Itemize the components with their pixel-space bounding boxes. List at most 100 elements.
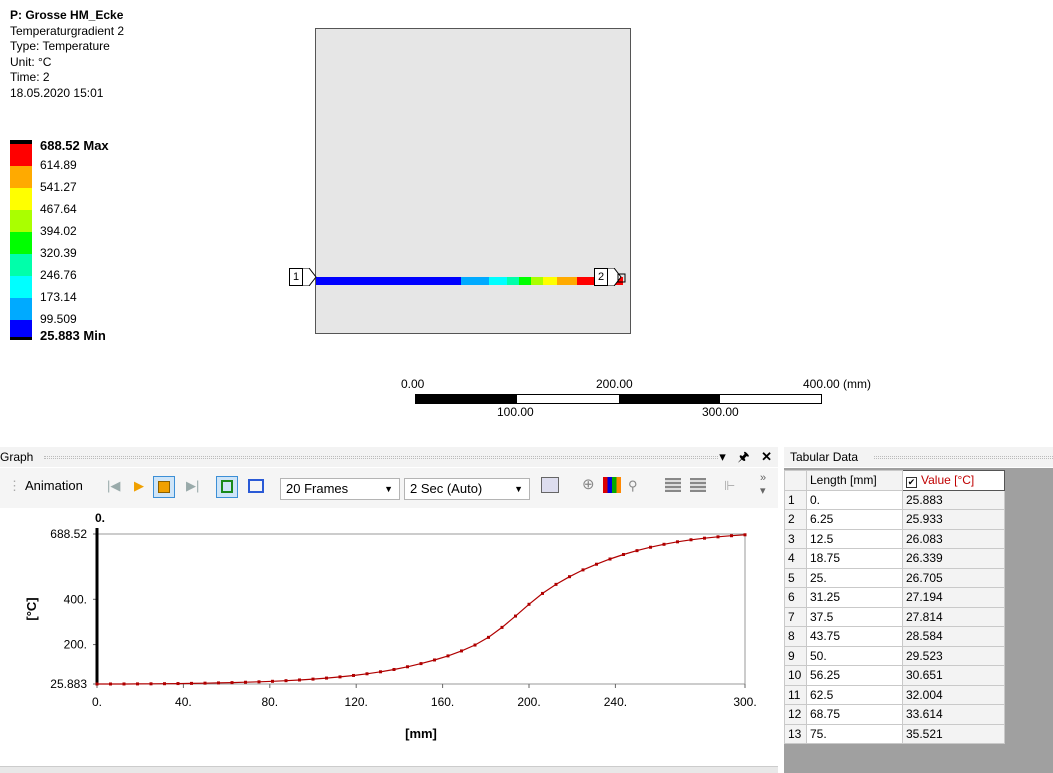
data-point — [743, 533, 747, 537]
legend-value: 246.76 — [40, 268, 77, 282]
length-cell[interactable]: 0. — [806, 489, 903, 510]
length-cell[interactable]: 25. — [806, 567, 903, 588]
value-cell[interactable]: 26.339 — [902, 548, 1005, 569]
table-row[interactable]: 12 68.75 33.614 — [784, 704, 1005, 725]
tabular-data-panel: Length [mm] ✔ Value [°C] 1 0. 25.883 2 6.25 25… — [784, 468, 1053, 773]
play-icon[interactable]: ▶ — [134, 478, 144, 494]
path-segment — [543, 277, 557, 285]
length-cell[interactable]: 50. — [806, 645, 903, 666]
length-cell[interactable]: 18.75 — [806, 548, 903, 569]
legend-title: P: Grosse HM_Ecke — [10, 8, 124, 22]
bottom-tab-strip[interactable] — [0, 766, 778, 773]
data-point — [122, 682, 126, 686]
close-icon[interactable]: ✕ — [761, 449, 772, 464]
column-header-value[interactable]: ✔ Value [°C] — [902, 470, 1005, 491]
legend-min-label[interactable]: 25.883 Min — [40, 328, 106, 343]
export-video-icon[interactable] — [541, 477, 559, 493]
checkbox-icon[interactable]: ✔ — [906, 476, 917, 488]
table-sync-icon[interactable] — [690, 478, 706, 492]
colorbar-band — [10, 320, 32, 337]
table-view-icon[interactable] — [665, 478, 681, 492]
value-cell[interactable]: 29.523 — [902, 645, 1005, 666]
table-row[interactable]: 6 31.25 27.194 — [784, 587, 1005, 608]
probe-icon[interactable]: ⚲ — [628, 478, 638, 494]
path-chart[interactable]: 25.883 200. 400. 688.52 0. 40. 80. 120. 160. 200.… — [0, 508, 778, 768]
stop-icon — [158, 481, 170, 493]
chevron-down-icon: ▼ — [514, 484, 523, 494]
frames-select[interactable]: 20 Frames ▼ — [280, 478, 400, 500]
value-cell[interactable]: 33.614 — [902, 704, 1005, 725]
dropdown-arrow-icon[interactable]: ▾ — [719, 449, 726, 464]
table-row[interactable]: 5 25. 26.705 — [784, 567, 1005, 588]
length-cell[interactable]: 56.25 — [806, 665, 903, 686]
row-number: 6 — [784, 587, 807, 608]
scale-label: 300.00 — [702, 405, 739, 419]
value-header-label: Value [°C] — [921, 472, 975, 487]
length-cell[interactable]: 12.5 — [806, 528, 903, 549]
table-row[interactable]: 9 50. 29.523 — [784, 645, 1005, 666]
row-number: 11 — [784, 684, 807, 705]
length-cell[interactable]: 6.25 — [806, 509, 903, 530]
scale-label: 100.00 — [497, 405, 534, 419]
table-row[interactable]: 3 12.5 26.083 — [784, 528, 1005, 549]
data-point — [95, 682, 99, 686]
length-cell[interactable]: 68.75 — [806, 704, 903, 725]
value-cell[interactable]: 27.814 — [902, 606, 1005, 627]
value-cell[interactable]: 30.651 — [902, 665, 1005, 686]
color-legend-icon[interactable] — [603, 477, 621, 493]
value-cell[interactable]: 28.584 — [902, 626, 1005, 647]
value-cell[interactable]: 26.083 — [902, 528, 1005, 549]
zoom-icon[interactable]: ⊕ — [582, 475, 595, 493]
length-cell[interactable]: 75. — [806, 723, 903, 744]
value-cell[interactable]: 25.933 — [902, 509, 1005, 530]
column-header-length[interactable]: Length [mm] — [806, 470, 903, 491]
path-result-bar[interactable] — [316, 277, 623, 285]
path-segment — [507, 277, 519, 285]
probe-label-end[interactable]: 2 — [594, 268, 626, 286]
value-cell[interactable]: 26.705 — [902, 567, 1005, 588]
chart-options-icon[interactable]: ⊩ — [724, 478, 735, 494]
result-frames-icon[interactable] — [248, 479, 264, 493]
length-cell[interactable]: 43.75 — [806, 626, 903, 647]
table-row[interactable]: 11 62.5 32.004 — [784, 684, 1005, 705]
pin-icon[interactable]: 🖈 — [737, 449, 749, 464]
legend-line: Temperaturgradient 2 — [10, 23, 125, 38]
length-cell[interactable]: 37.5 — [806, 606, 903, 627]
length-cell[interactable]: 31.25 — [806, 587, 903, 608]
data-point — [311, 677, 315, 681]
stop-button[interactable] — [153, 476, 175, 498]
table-row[interactable]: 8 43.75 28.584 — [784, 626, 1005, 647]
data-point — [325, 676, 328, 680]
row-number: 12 — [784, 704, 807, 725]
geometry-plate[interactable] — [315, 28, 631, 334]
legend-line: Time: 2 — [10, 70, 50, 84]
legend-max-label[interactable]: 688.52 Max — [40, 138, 109, 153]
table-row[interactable]: 7 37.5 27.814 — [784, 606, 1005, 627]
probe-label-start[interactable]: 1 — [289, 268, 317, 286]
overflow-chevron-icon[interactable]: » ▾ — [760, 472, 766, 497]
value-cell[interactable]: 27.194 — [902, 587, 1005, 608]
x-tick-label: 200. — [517, 695, 540, 709]
distributed-frames-button[interactable] — [216, 476, 238, 498]
table-row[interactable]: 2 6.25 25.933 — [784, 509, 1005, 530]
row-number: 4 — [784, 548, 807, 569]
forward-icon[interactable]: ▶| — [186, 478, 199, 494]
value-cell[interactable]: 25.883 — [902, 489, 1005, 510]
path-segment — [519, 277, 531, 285]
table-row[interactable]: 13 75. 35.521 — [784, 723, 1005, 744]
table-row[interactable]: 1 0. 25.883 — [784, 489, 1005, 510]
chart-svg[interactable]: 25.883 200. 400. 688.52 0. 40. 80. 120. 160. 200.… — [0, 508, 778, 766]
table-row[interactable]: 10 56.25 30.651 — [784, 665, 1005, 686]
value-cell[interactable]: 35.521 — [902, 723, 1005, 744]
table-row[interactable]: 4 18.75 26.339 — [784, 548, 1005, 569]
row-number: 7 — [784, 606, 807, 627]
length-cell[interactable]: 62.5 — [806, 684, 903, 705]
legend-value: 614.89 — [40, 158, 77, 172]
tabular-data-table[interactable]: Length [mm] ✔ Value [°C] 1 0. 25.883 2 6.25 25… — [784, 470, 1005, 744]
duration-select[interactable]: 2 Sec (Auto) ▼ — [404, 478, 530, 500]
data-point — [257, 680, 261, 684]
value-cell[interactable]: 32.004 — [902, 684, 1005, 705]
rewind-icon[interactable]: |◀ — [107, 478, 120, 494]
data-point — [608, 557, 612, 561]
data-point — [460, 649, 463, 653]
